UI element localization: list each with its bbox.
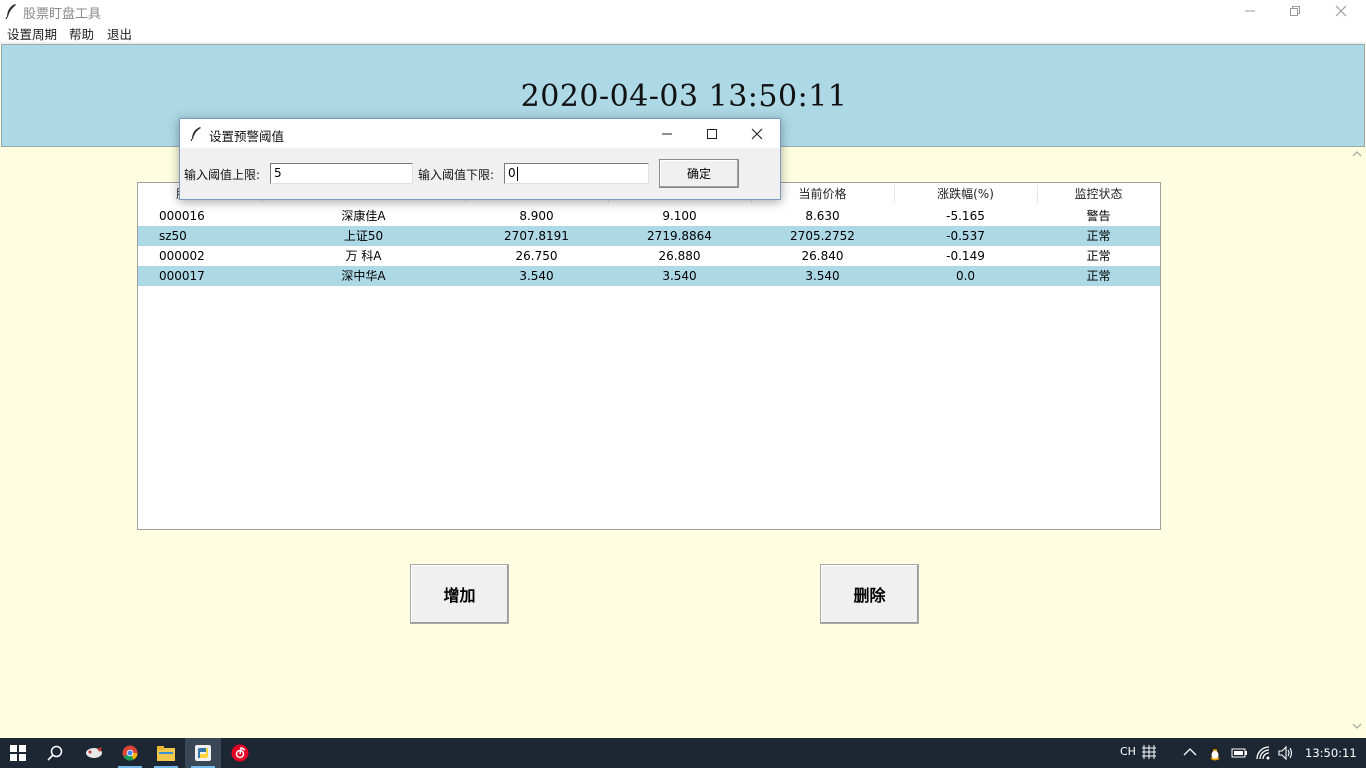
taskbar-python[interactable] bbox=[185, 738, 221, 768]
feather-icon bbox=[190, 126, 202, 142]
menu-help[interactable]: 帮助 bbox=[69, 24, 94, 43]
cell-change: 0.0 bbox=[955, 269, 976, 283]
window-title: 股票盯盘工具 bbox=[23, 7, 102, 22]
lower-limit-value: 0 bbox=[508, 166, 516, 180]
minimize-button[interactable] bbox=[1227, 0, 1273, 22]
ime-indicator[interactable]: CH bbox=[1120, 745, 1136, 758]
cell-lower: 3.540 bbox=[662, 269, 697, 283]
menu-set-period[interactable]: 设置周期 bbox=[7, 24, 57, 43]
cell-code: 000002 bbox=[159, 249, 205, 263]
taskbar-chrome[interactable] bbox=[112, 738, 148, 768]
scroll-down-arrow-icon[interactable] bbox=[1352, 722, 1362, 733]
search-icon bbox=[47, 745, 63, 761]
cell-price: 2705.2752 bbox=[790, 229, 855, 243]
chevron-up-icon[interactable] bbox=[1183, 746, 1197, 760]
windows-icon bbox=[10, 745, 26, 761]
cell-lower: 9.100 bbox=[662, 209, 697, 223]
datetime-display: 2020-04-03 13:50:11 bbox=[520, 79, 848, 114]
dialog-titlebar: 设置预警阈值 bbox=[180, 119, 780, 148]
python-tk-icon bbox=[195, 745, 211, 761]
cell-lower: 2719.8864 bbox=[647, 229, 712, 243]
taskbar-clock[interactable]: 13:50:11 bbox=[1305, 746, 1357, 760]
speaker-icon[interactable] bbox=[1278, 745, 1294, 764]
close-button[interactable] bbox=[1318, 0, 1364, 22]
cell-price: 3.540 bbox=[805, 269, 840, 283]
music-app-icon bbox=[231, 744, 249, 762]
window-titlebar: 股票盯盘工具 bbox=[0, 0, 1366, 22]
table-row[interactable]: 000002 万 科A 26.750 26.880 26.840 -0.149 … bbox=[138, 246, 1160, 266]
table-row[interactable]: 000016 深康佳A 8.900 9.100 8.630 -5.165 警告 bbox=[138, 206, 1160, 226]
taskbar: CH 13:50:11 bbox=[0, 738, 1366, 768]
close-icon bbox=[1335, 5, 1347, 17]
cell-name: 上证50 bbox=[343, 229, 384, 243]
maximize-icon bbox=[707, 128, 717, 139]
delete-button[interactable]: 删除 bbox=[820, 564, 919, 624]
table-row[interactable]: 000017 深中华A 3.540 3.540 3.540 0.0 正常 bbox=[138, 266, 1160, 286]
cell-status: 警告 bbox=[1086, 209, 1111, 223]
cell-upper: 26.750 bbox=[515, 249, 558, 263]
start-button[interactable] bbox=[0, 738, 36, 768]
menu-exit[interactable]: 退出 bbox=[107, 24, 132, 43]
dialog-close-button[interactable] bbox=[734, 119, 780, 148]
restore-button[interactable] bbox=[1272, 0, 1318, 22]
col-header-status[interactable]: 监控状态 bbox=[1037, 183, 1160, 205]
keyboard-grid-icon[interactable] bbox=[1141, 744, 1157, 763]
stock-table[interactable]: 股票代码 股票名称 阈值上限 阈值下限 当前价格 涨跌幅(%) 监控状态 000… bbox=[137, 182, 1161, 530]
add-button[interactable]: 增加 bbox=[410, 564, 509, 624]
cell-change: -0.149 bbox=[946, 249, 985, 263]
table-row[interactable]: sz50 上证50 2707.8191 2719.8864 2705.2752 … bbox=[138, 226, 1160, 246]
upper-limit-input[interactable]: 5 bbox=[270, 163, 413, 184]
cell-status: 正常 bbox=[1086, 269, 1111, 283]
dialog-maximize-button[interactable] bbox=[689, 119, 735, 148]
cell-code: 000017 bbox=[159, 269, 205, 283]
cell-change: -5.165 bbox=[946, 209, 985, 223]
folder-icon bbox=[157, 745, 175, 761]
scroll-up-arrow-icon[interactable] bbox=[1352, 150, 1362, 161]
cell-name: 万 科A bbox=[345, 249, 382, 263]
dialog-minimize-button[interactable] bbox=[644, 119, 690, 148]
lower-limit-input[interactable]: 0 bbox=[504, 163, 649, 184]
wifi-icon[interactable] bbox=[1255, 745, 1271, 764]
close-icon bbox=[751, 128, 763, 139]
col-header-change[interactable]: 涨跌幅(%) bbox=[894, 183, 1037, 205]
cell-code: 000016 bbox=[159, 209, 205, 223]
cell-change: -0.537 bbox=[946, 229, 985, 243]
cell-status: 正常 bbox=[1086, 249, 1111, 263]
cell-upper: 2707.8191 bbox=[504, 229, 569, 243]
cell-price: 26.840 bbox=[801, 249, 844, 263]
restore-icon bbox=[1290, 6, 1300, 16]
dialog-title: 设置预警阈值 bbox=[209, 129, 285, 144]
lower-limit-label: 输入阈值下限: bbox=[418, 168, 495, 182]
threshold-dialog: 设置预警阈值 输入阈值上限: 5 输入阈值下限: 0 确定 bbox=[179, 118, 781, 200]
qq-penguin-icon[interactable] bbox=[1208, 744, 1222, 765]
cell-upper: 3.540 bbox=[519, 269, 554, 283]
battery-icon[interactable] bbox=[1231, 746, 1247, 763]
menu-bar: 设置周期 帮助 退出 bbox=[0, 22, 1366, 42]
cell-name: 深中华A bbox=[341, 269, 386, 283]
cell-price: 8.630 bbox=[805, 209, 840, 223]
app-fish-icon bbox=[86, 747, 102, 758]
taskbar-netease-music[interactable] bbox=[222, 738, 258, 768]
cell-status: 正常 bbox=[1086, 229, 1111, 243]
confirm-button[interactable]: 确定 bbox=[659, 159, 739, 188]
taskbar-app-1[interactable] bbox=[76, 738, 112, 768]
search-button[interactable] bbox=[37, 738, 73, 768]
cell-code: sz50 bbox=[159, 229, 187, 243]
chrome-icon bbox=[122, 745, 138, 761]
minimize-icon bbox=[662, 133, 672, 134]
feather-icon bbox=[4, 3, 18, 20]
text-caret bbox=[516, 166, 518, 181]
cell-lower: 26.880 bbox=[658, 249, 701, 263]
cell-upper: 8.900 bbox=[519, 209, 554, 223]
minimize-icon bbox=[1245, 10, 1255, 12]
taskbar-file-explorer[interactable] bbox=[148, 738, 184, 768]
cell-name: 深康佳A bbox=[341, 209, 386, 223]
upper-limit-label: 输入阈值上限: bbox=[184, 168, 261, 182]
